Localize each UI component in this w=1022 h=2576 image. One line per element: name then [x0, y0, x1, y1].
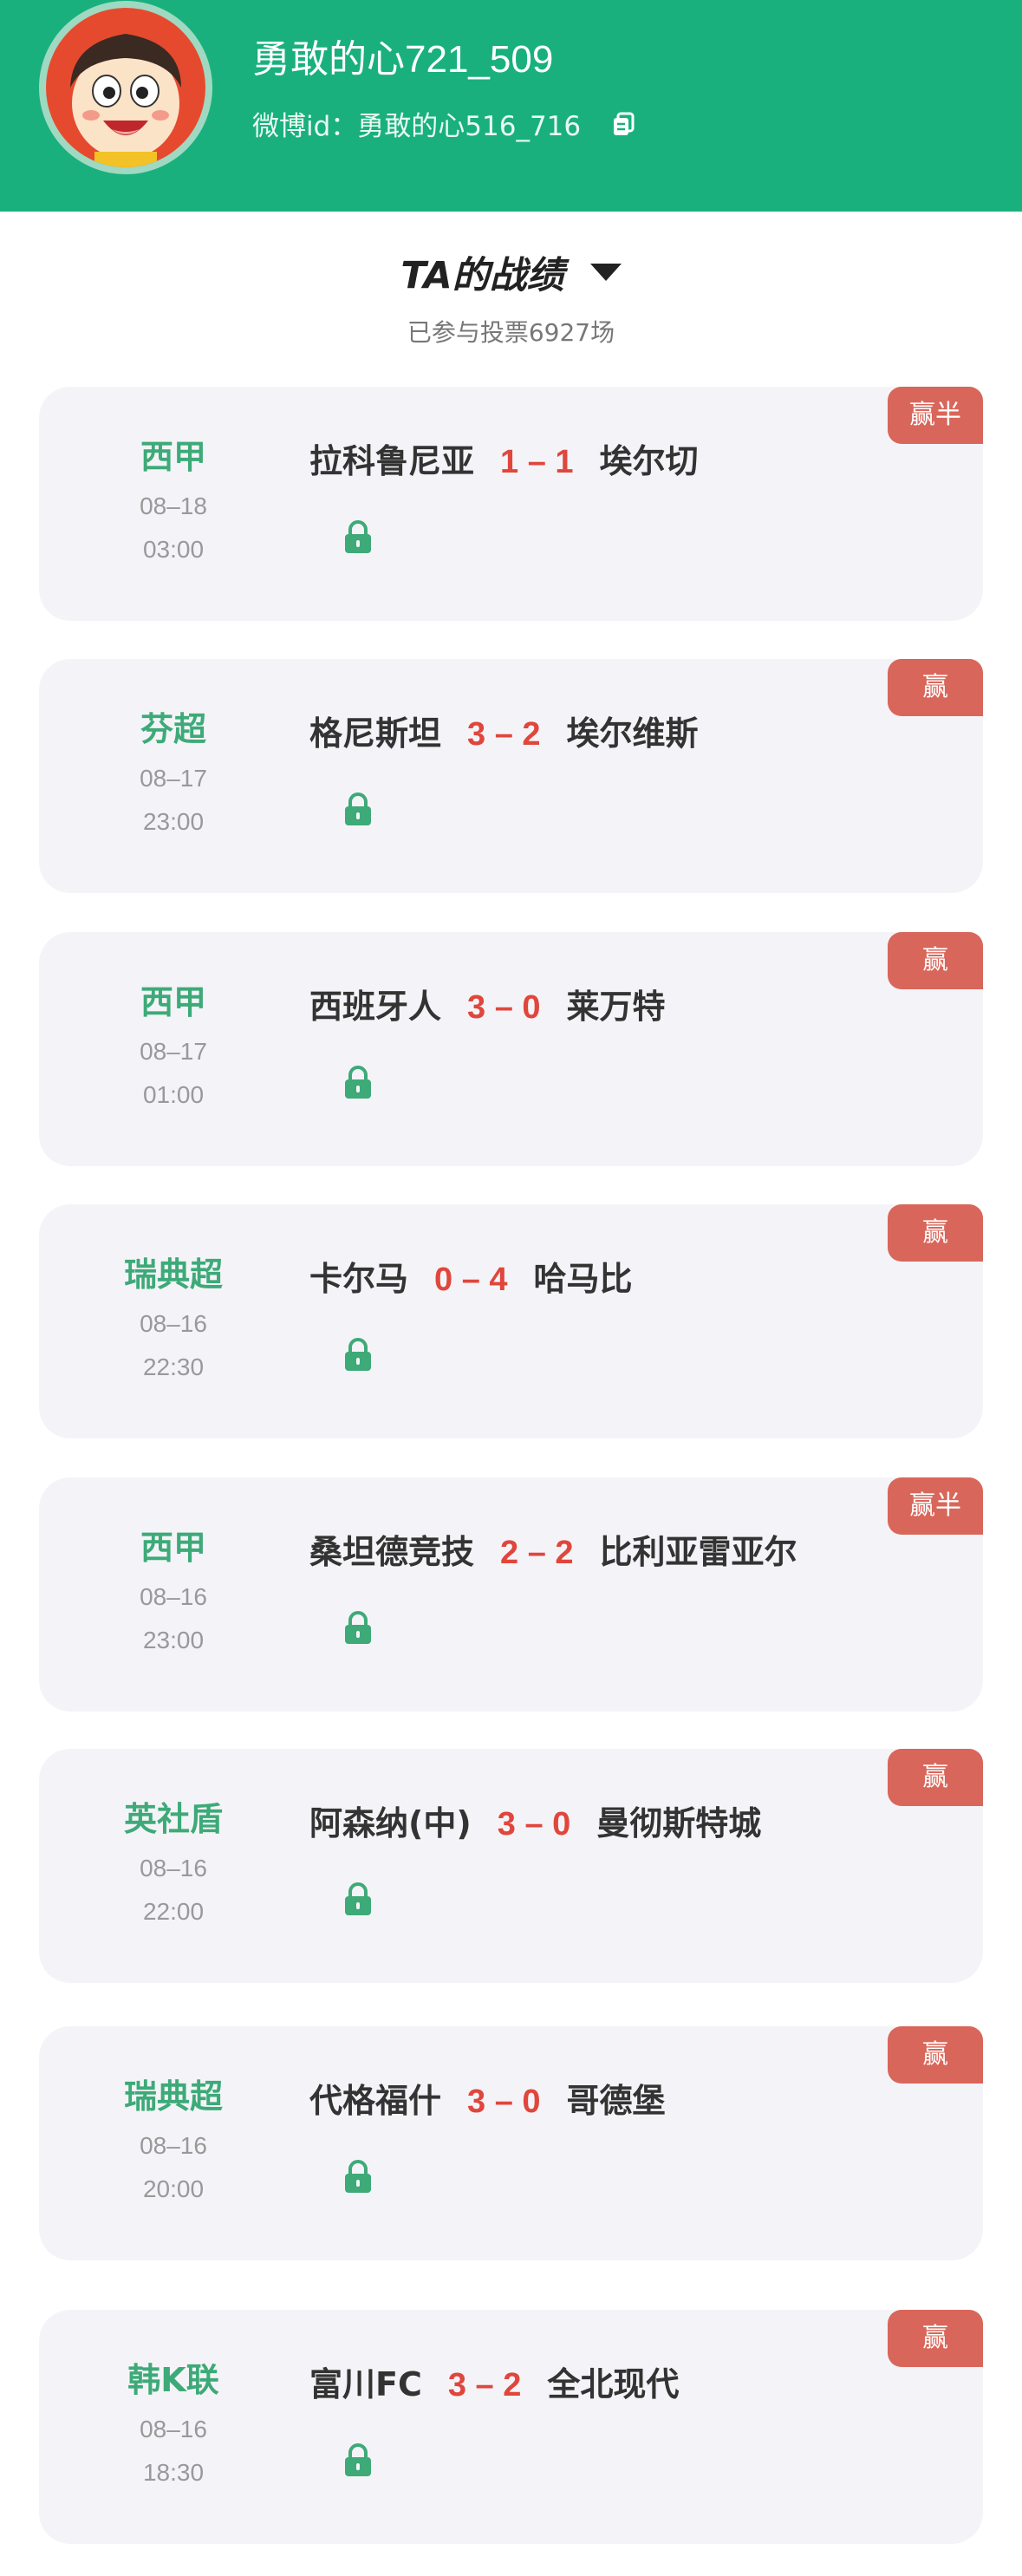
- lock-icon[interactable]: [342, 1611, 374, 1646]
- league-name: 西甲: [140, 438, 206, 476]
- away-team: 埃尔维斯: [566, 714, 699, 753]
- match-card[interactable]: 赢半西甲 08–16 23:00 桑坦德竞技 2 – 2 比利亚雷亚尔: [39, 1477, 983, 1712]
- match-card[interactable]: 赢瑞典超 08–16 20:00 代格福什 3 – 0 哥德堡: [39, 2026, 983, 2260]
- league-name: 韩K联: [127, 2361, 219, 2399]
- lock-icon[interactable]: [342, 1338, 374, 1373]
- league-name: 英社盾: [123, 1800, 223, 1838]
- match-time: 23:00: [142, 1627, 205, 1653]
- match-score: 3 – 2: [467, 716, 541, 753]
- match-card[interactable]: 赢韩K联 08–16 18:30 富川FC 3 – 2 全北现代: [39, 2310, 983, 2544]
- result-badge: 赢半: [888, 387, 983, 444]
- match-card[interactable]: 赢西甲 08–17 01:00 西班牙人 3 – 0 莱万特: [39, 932, 983, 1166]
- match-score: 3 – 0: [467, 2084, 541, 2120]
- result-badge: 赢: [888, 2026, 983, 2084]
- match-teams: 卡尔马 0 – 4 哈马比: [309, 1252, 633, 1300]
- home-team: 阿森纳(中): [309, 1804, 472, 1842]
- away-team: 比利亚雷亚尔: [599, 1533, 797, 1571]
- username: 勇敢的心721_509: [252, 38, 554, 81]
- away-team: 埃尔切: [599, 442, 699, 480]
- match-date: 08–16: [140, 2132, 207, 2159]
- match-teams: 桑坦德竞技 2 – 2 比利亚雷亚尔: [309, 1525, 797, 1573]
- home-team: 格尼斯坦: [309, 714, 442, 753]
- copy-icon[interactable]: [610, 111, 636, 137]
- match-teams: 富川FC 3 – 2 全北现代: [309, 2358, 679, 2405]
- league-name: 瑞典超: [123, 1255, 223, 1294]
- match-date: 08–18: [140, 492, 207, 519]
- vote-count: 已参与投票6927场: [407, 318, 615, 347]
- match-teams: 代格福什 3 – 0 哥德堡: [309, 2074, 666, 2122]
- home-team: 富川FC: [309, 2365, 422, 2403]
- match-card[interactable]: 赢英社盾 08–16 22:00 阿森纳(中) 3 – 0 曼彻斯特城: [39, 1749, 983, 1983]
- lock-icon[interactable]: [342, 1882, 374, 1917]
- lock-icon[interactable]: [342, 520, 374, 555]
- profile-header: 勇敢的心721_509 微博id：勇敢的心516_716: [0, 0, 1022, 212]
- away-team: 莱万特: [566, 988, 666, 1026]
- match-score: 0 – 4: [434, 1262, 508, 1298]
- match-date: 08–16: [140, 1855, 207, 1881]
- home-team: 代格福什: [309, 2082, 442, 2120]
- match-date: 08–17: [140, 765, 207, 792]
- result-badge: 赢: [888, 932, 983, 989]
- match-time: 23:00: [142, 808, 205, 835]
- result-badge: 赢半: [888, 1477, 983, 1535]
- away-team: 全北现代: [547, 2365, 680, 2403]
- weibo-id-row: 微博id：勇敢的心516_716: [252, 104, 636, 143]
- lock-icon[interactable]: [342, 1066, 374, 1100]
- match-score: 3 – 2: [447, 2367, 522, 2403]
- match-score: 2 – 2: [500, 1535, 574, 1571]
- record-title: TA的战绩: [400, 254, 564, 297]
- match-date: 08–16: [140, 2416, 207, 2442]
- match-card[interactable]: 赢芬超 08–17 23:00 格尼斯坦 3 – 2 埃尔维斯: [39, 659, 983, 893]
- match-card[interactable]: 赢瑞典超 08–16 22:30 卡尔马 0 – 4 哈马比: [39, 1204, 983, 1438]
- lock-icon[interactable]: [342, 2443, 374, 2478]
- match-score: 3 – 0: [467, 989, 541, 1026]
- league-name: 西甲: [140, 983, 206, 1021]
- match-teams: 格尼斯坦 3 – 2 埃尔维斯: [309, 707, 699, 754]
- home-team: 卡尔马: [309, 1260, 409, 1298]
- match-date: 08–16: [140, 1583, 207, 1610]
- away-team: 哈马比: [533, 1260, 633, 1298]
- match-time: 18:30: [142, 2459, 205, 2486]
- caret-down-icon[interactable]: [589, 264, 622, 281]
- away-team: 哥德堡: [566, 2082, 666, 2120]
- result-badge: 赢: [888, 1204, 983, 1262]
- match-date: 08–16: [140, 1310, 207, 1337]
- match-time: 20:00: [142, 2175, 205, 2202]
- avatar[interactable]: [39, 1, 212, 174]
- match-teams: 阿森纳(中) 3 – 0 曼彻斯特城: [309, 1797, 761, 1844]
- match-score: 3 – 0: [497, 1806, 571, 1842]
- result-badge: 赢: [888, 2310, 983, 2367]
- lock-icon[interactable]: [342, 792, 374, 827]
- league-name: 芬超: [140, 710, 206, 748]
- cartoon-boy-avatar-icon: [46, 8, 205, 167]
- record-title-row[interactable]: TA的战绩: [0, 245, 1022, 299]
- match-time: 01:00: [142, 1081, 205, 1108]
- result-badge: 赢: [888, 659, 983, 716]
- league-name: 瑞典超: [123, 2077, 223, 2116]
- home-team: 拉科鲁尼亚: [309, 442, 475, 480]
- league-name: 西甲: [140, 1529, 206, 1567]
- lock-icon[interactable]: [342, 2160, 374, 2194]
- match-card[interactable]: 赢半西甲 08–18 03:00 拉科鲁尼亚 1 – 1 埃尔切: [39, 387, 983, 621]
- away-team: 曼彻斯特城: [596, 1804, 762, 1842]
- home-team: 西班牙人: [309, 988, 442, 1026]
- match-date: 08–17: [140, 1038, 207, 1065]
- match-time: 22:00: [142, 1898, 205, 1925]
- match-teams: 拉科鲁尼亚 1 – 1 埃尔切: [309, 434, 699, 482]
- result-badge: 赢: [888, 1749, 983, 1806]
- weibo-id: 微博id：勇敢的心516_716: [252, 111, 582, 142]
- match-time: 03:00: [142, 536, 205, 563]
- match-score: 1 – 1: [500, 444, 574, 480]
- match-teams: 西班牙人 3 – 0 莱万特: [309, 980, 666, 1027]
- match-time: 22:30: [142, 1353, 205, 1380]
- home-team: 桑坦德竞技: [309, 1533, 475, 1571]
